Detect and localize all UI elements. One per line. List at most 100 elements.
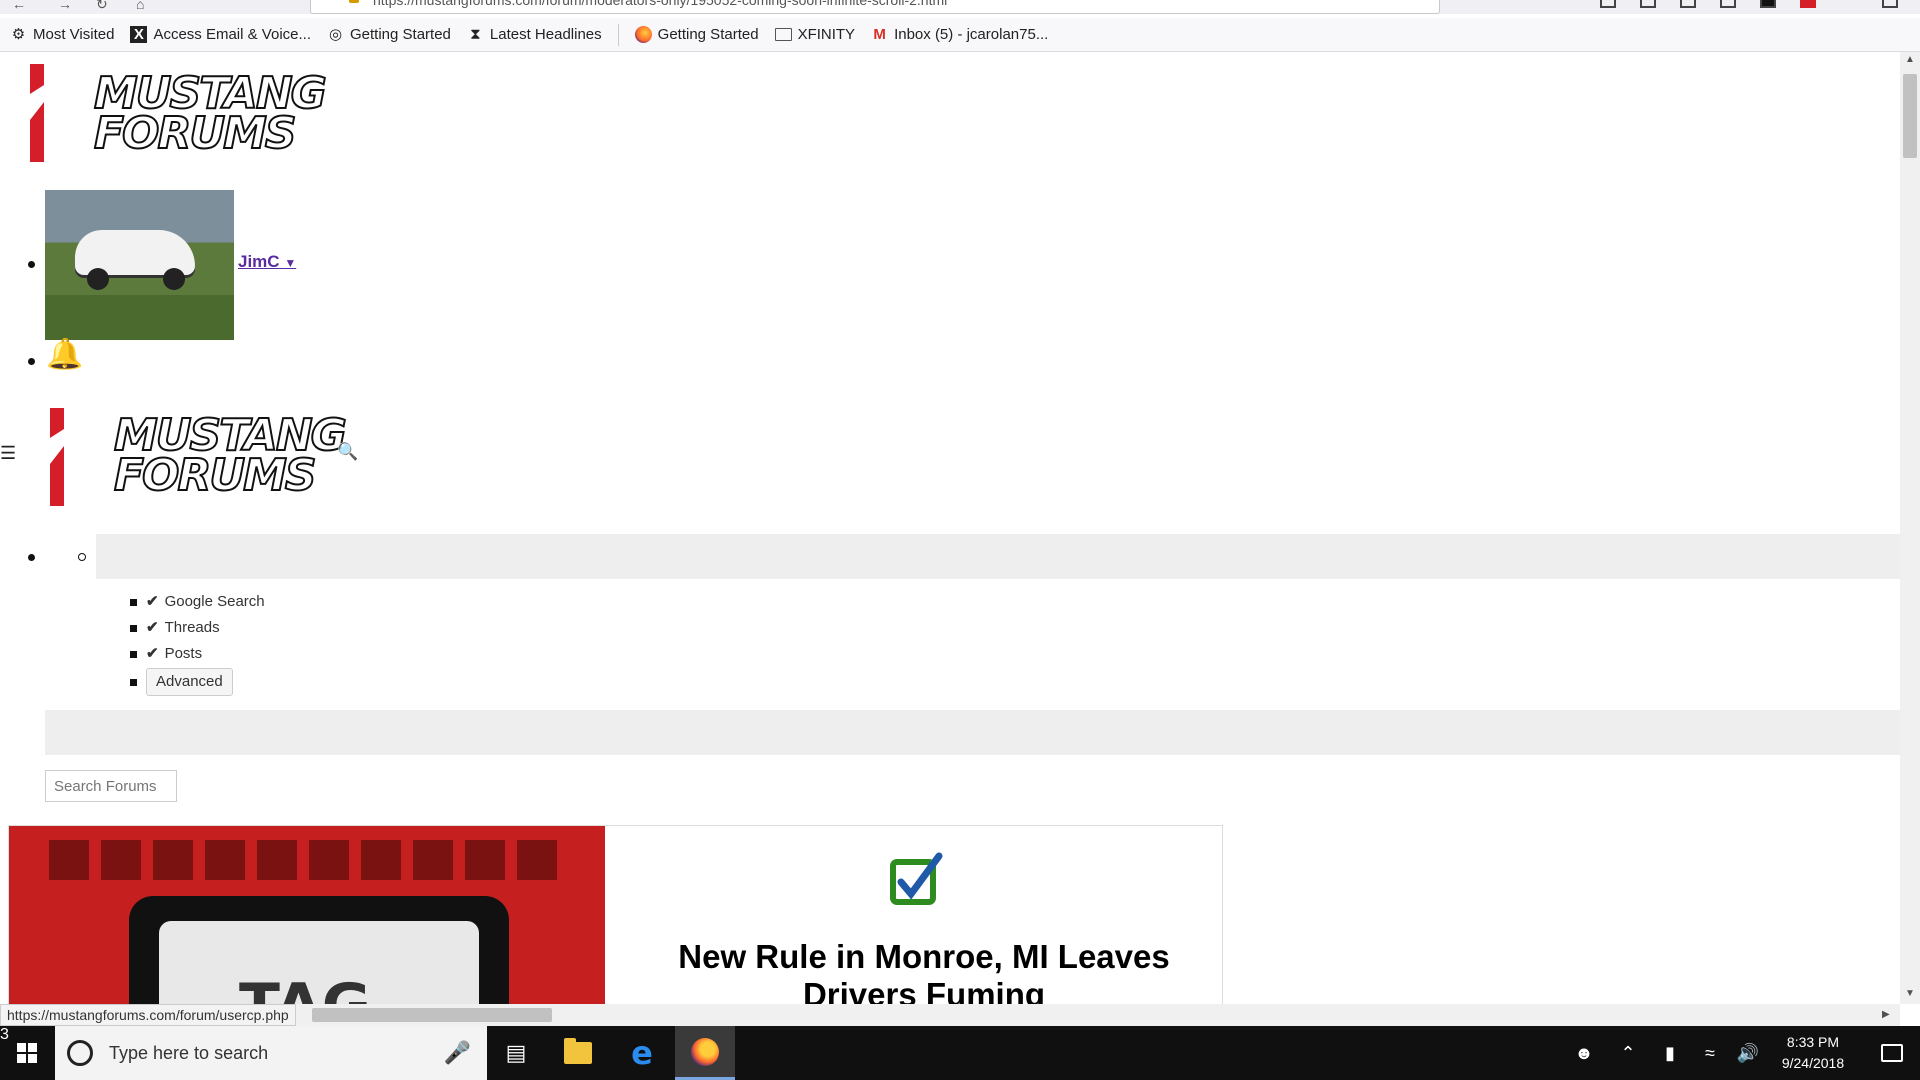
avatar-wheel — [163, 268, 185, 290]
bookmark-label: Most Visited — [33, 26, 115, 43]
search-options-bar — [96, 534, 1900, 579]
downloads-icon[interactable] — [1680, 0, 1696, 8]
menu-hamburger-icon[interactable] — [1882, 0, 1898, 8]
back-arrow-icon[interactable]: ← — [12, 0, 26, 12]
action-center-button[interactable] — [1864, 1026, 1920, 1080]
check-icon: ✔ — [146, 593, 159, 610]
search-icon[interactable]: 🔍 — [337, 442, 358, 462]
logo-flag-bottom — [50, 446, 64, 506]
vertical-scrollbar[interactable]: ▲ ▼ — [1900, 52, 1920, 1004]
logo-line2: FORUMS — [113, 450, 318, 501]
advertisement[interactable]: TAG New Rule in Monroe, MI Leaves Driver… — [8, 825, 1223, 1004]
notification-icon — [1881, 1044, 1903, 1062]
logo-line2: FORUMS — [93, 108, 298, 159]
logo-flag-top — [50, 408, 64, 438]
lock-icon — [349, 0, 359, 3]
wifi-icon[interactable]: ≈ — [1692, 1026, 1728, 1080]
taskbar-clock[interactable]: 8:33 PM 9/24/2018 — [1768, 1032, 1858, 1074]
check-icon: ✔ — [146, 645, 159, 662]
clock-date: 9/24/2018 — [1781, 1055, 1845, 1071]
extension-icon[interactable] — [1760, 0, 1776, 8]
bookmark-label: Getting Started — [657, 26, 759, 43]
bookmark-separator — [617, 23, 619, 46]
battery-icon[interactable]: ▮ — [1652, 1026, 1688, 1080]
library-icon[interactable] — [1600, 0, 1616, 8]
extension-red-icon[interactable] — [1800, 0, 1816, 8]
firefox-taskbar-button[interactable] — [675, 1026, 735, 1080]
start-button[interactable] — [0, 1026, 54, 1080]
avatar-wheel — [87, 268, 109, 290]
volume-icon[interactable]: 🔊 — [1730, 1026, 1766, 1080]
task-view-button[interactable]: ▤ — [486, 1026, 546, 1080]
bookmark-getting-started-2[interactable]: Getting Started — [634, 26, 759, 43]
search-option-posts[interactable]: ✔ Posts — [146, 644, 202, 663]
address-bar-text: https://mustangforums.com/forum/moderato… — [373, 0, 948, 8]
search-option-threads[interactable]: ✔ Threads — [146, 618, 220, 637]
logo-text: MUSTANG FORUMS — [93, 71, 328, 159]
sidebar-icon[interactable] — [1640, 0, 1656, 8]
logo-text: MUSTANG FORUMS — [113, 413, 348, 501]
list-square — [130, 599, 137, 606]
avatar[interactable] — [45, 190, 234, 340]
rss-icon: ⧗ — [470, 26, 481, 43]
search-input[interactable] — [45, 770, 177, 802]
cortana-icon — [67, 1040, 93, 1066]
bookmark-label: Access Email & Voice... — [153, 26, 311, 43]
forward-arrow-icon[interactable]: → — [58, 0, 72, 12]
gear-icon: ⚙ — [11, 26, 26, 43]
list-bullet — [28, 358, 35, 365]
edge-icon: e — [631, 1034, 653, 1072]
people-icon[interactable]: ☻ — [1566, 1026, 1602, 1080]
bookmark-label: Latest Headlines — [489, 26, 602, 43]
ad-image[interactable]: TAG — [9, 826, 605, 1004]
bookmark-xfinity[interactable]: XFINITY — [774, 26, 856, 43]
scroll-right-icon[interactable]: ▶ — [1882, 1009, 1890, 1020]
bell-icon[interactable]: 🔔 — [46, 340, 83, 370]
edge-button[interactable]: e — [612, 1026, 672, 1080]
ad-image-plate: TAG — [159, 921, 479, 1004]
ad-headline[interactable]: New Rule in Monroe, MI Leaves Drivers Fu… — [629, 938, 1219, 1004]
logo-flag-bottom — [30, 102, 44, 162]
username: JimC — [238, 252, 280, 271]
gmail-icon: M — [873, 26, 886, 43]
bookmark-label: Inbox (5) - jcarolan75... — [894, 26, 1049, 43]
search-bar-area — [45, 710, 1900, 755]
search-option-google[interactable]: ✔ Google Search — [146, 592, 265, 611]
bookmark-latest-headlines[interactable]: ⧗ Latest Headlines — [467, 26, 602, 43]
search-option-label: Google Search — [164, 592, 265, 610]
scroll-down-icon[interactable]: ▼ — [1905, 988, 1915, 999]
taskbar-search-box[interactable]: Type here to search 🎤 — [55, 1026, 487, 1080]
list-bullet — [28, 261, 35, 268]
user-menu-link[interactable]: JimC ▼ — [238, 252, 296, 272]
screenshot-icon[interactable] — [1720, 0, 1736, 8]
scrollbar-thumb[interactable] — [312, 1008, 552, 1022]
bookmark-label: XFINITY — [797, 26, 856, 43]
microphone-icon[interactable]: 🎤 — [444, 1040, 471, 1066]
page-content: MUSTANG FORUMS JimC ▼ 🔔 ☰ MUSTANG FORUMS… — [0, 52, 1900, 1004]
windows-logo-icon — [17, 1043, 37, 1063]
x-logo-icon: X — [130, 26, 148, 43]
folder-icon — [774, 28, 792, 41]
taskbar-search-placeholder: Type here to search — [109, 1042, 269, 1063]
firefox-icon — [691, 1037, 719, 1066]
scroll-up-icon[interactable]: ▲ — [1905, 54, 1915, 65]
bookmark-access-email[interactable]: X Access Email & Voice... — [130, 26, 311, 43]
search-option-label: Threads — [164, 618, 220, 636]
home-icon[interactable]: ⌂ — [136, 0, 144, 12]
bookmark-most-visited[interactable]: ⚙ Most Visited — [10, 26, 115, 43]
bookmark-getting-started[interactable]: ◎ Getting Started — [327, 26, 451, 43]
windows-taskbar: Type here to search 🎤 ▤ e ☻ ⌃ ▮ ≈ 🔊 8:33… — [0, 1026, 1920, 1080]
status-bar-url: https://mustangforums.com/forum/usercp.p… — [0, 1004, 296, 1026]
list-bullet-ring — [78, 553, 86, 561]
bookmark-inbox[interactable]: M Inbox (5) - jcarolan75... — [871, 26, 1048, 43]
scrollbar-thumb[interactable] — [1903, 74, 1917, 158]
chevron-up-icon[interactable]: ⌃ — [1610, 1026, 1646, 1080]
list-square — [130, 625, 137, 632]
hamburger-menu-icon[interactable]: ☰ — [0, 444, 16, 462]
address-bar[interactable]: https://mustangforums.com/forum/moderato… — [310, 0, 1440, 14]
reload-icon[interactable]: ↻ — [96, 0, 108, 13]
bookmarks-toolbar: ⚙ Most Visited X Access Email & Voice...… — [0, 18, 1920, 52]
ad-image-grille — [49, 840, 569, 880]
file-explorer-button[interactable] — [548, 1026, 608, 1080]
advanced-search-button[interactable]: Advanced — [146, 668, 233, 696]
